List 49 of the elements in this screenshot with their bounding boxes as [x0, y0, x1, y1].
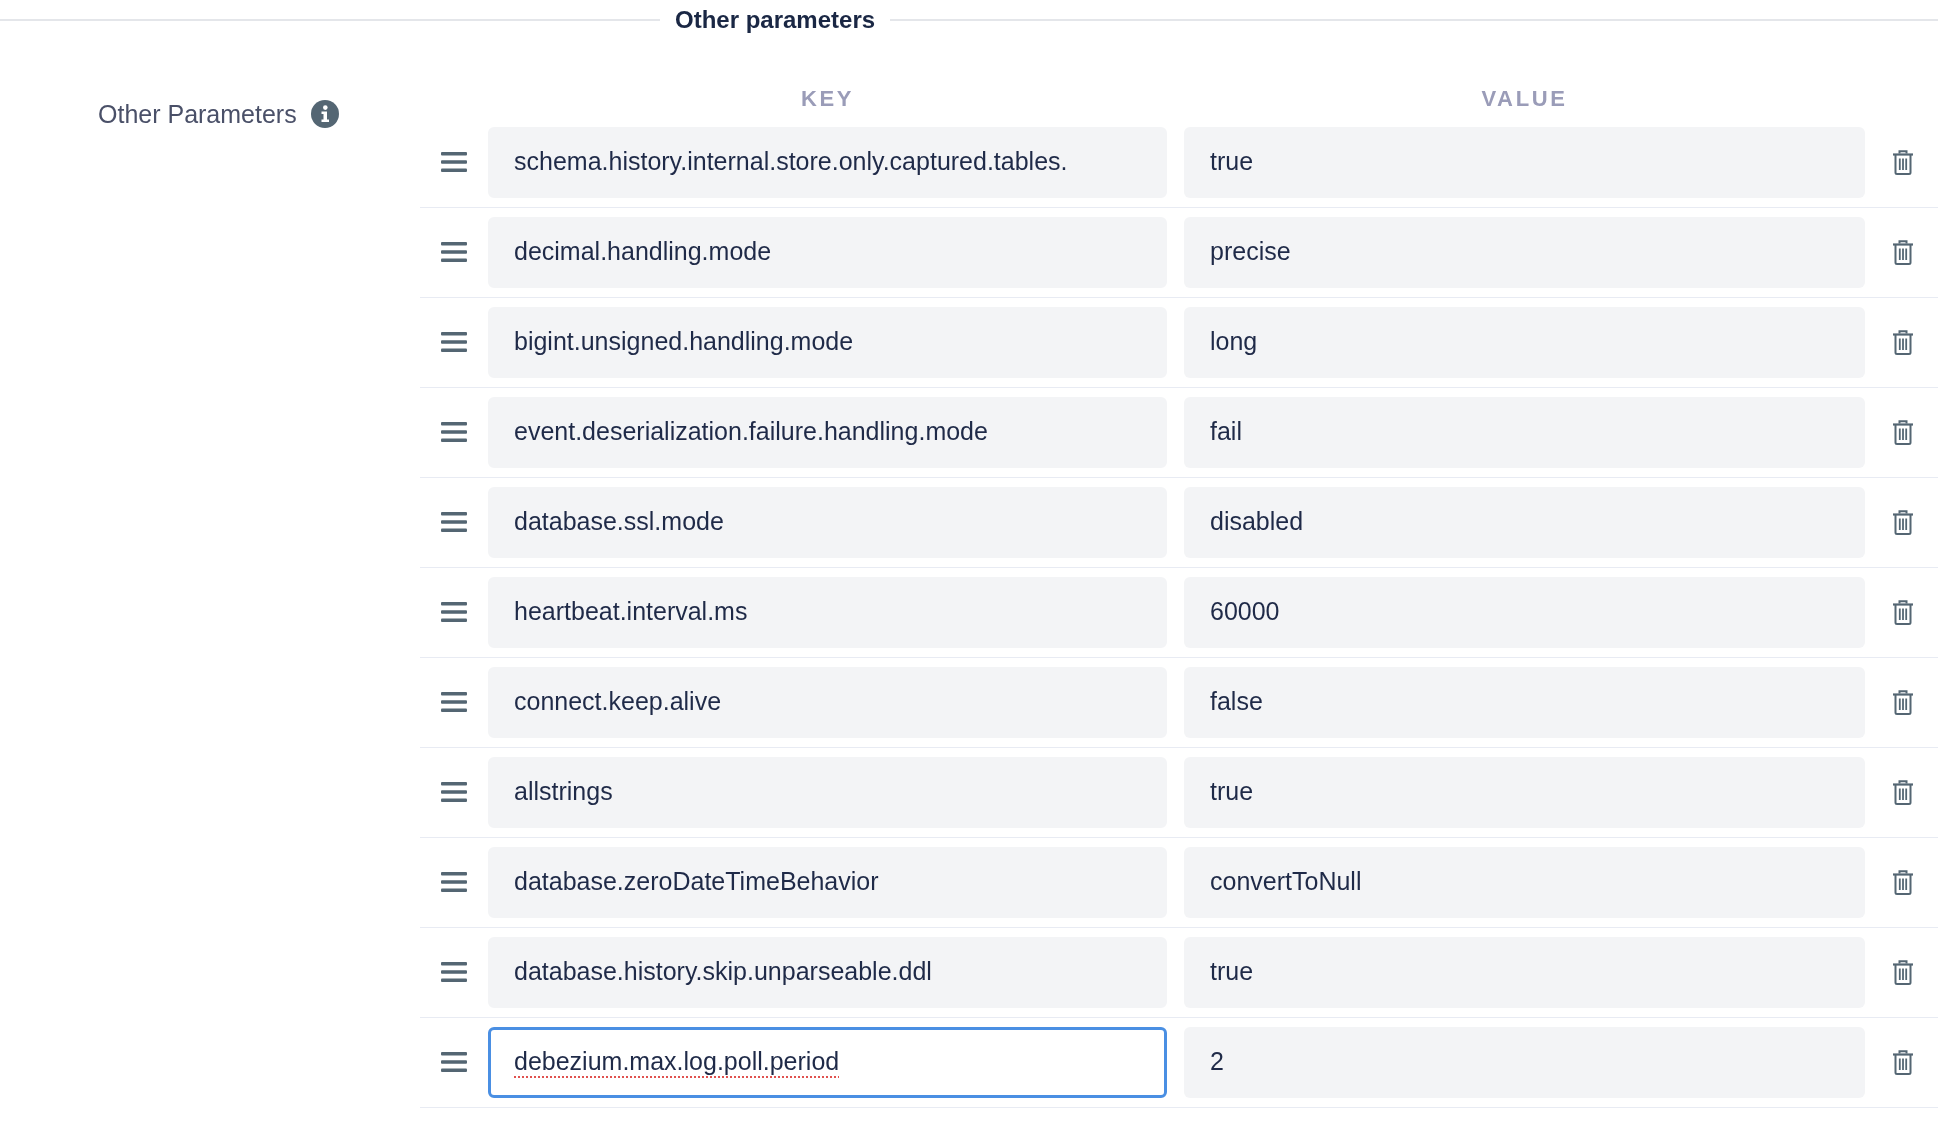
value-input[interactable]: precise: [1184, 216, 1865, 288]
trash-icon[interactable]: [1892, 599, 1914, 625]
value-input[interactable]: disabled: [1184, 486, 1865, 558]
key-input[interactable]: schema.history.internal.store.only.captured.tables.: [488, 126, 1167, 198]
trash-icon[interactable]: [1892, 239, 1914, 265]
trash-icon[interactable]: [1892, 689, 1914, 715]
drag-handle-icon[interactable]: [441, 962, 467, 982]
key-input[interactable]: debezium.max.log.poll.period: [488, 1026, 1167, 1098]
trash-icon[interactable]: [1892, 509, 1914, 535]
value-input[interactable]: true: [1184, 756, 1865, 828]
value-input[interactable]: 2: [1184, 1026, 1865, 1098]
value-input[interactable]: false: [1184, 666, 1865, 738]
key-input[interactable]: database.history.skip.unparseable.ddl: [488, 936, 1167, 1008]
value-input[interactable]: long: [1184, 306, 1865, 378]
drag-handle-icon[interactable]: [441, 602, 467, 622]
value-input[interactable]: 60000: [1184, 576, 1865, 648]
column-header: KEY: [800, 86, 855, 112]
value-input[interactable]: convertToNull: [1184, 846, 1865, 918]
key-input[interactable]: database.zeroDateTimeBehavior: [488, 846, 1167, 918]
drag-handle-icon[interactable]: [441, 332, 467, 352]
value-input[interactable]: true: [1184, 126, 1865, 198]
trash-icon[interactable]: [1892, 779, 1914, 805]
value-input[interactable]: fail: [1184, 396, 1865, 468]
key-input[interactable]: allstrings: [488, 756, 1167, 828]
key-input[interactable]: connect.keep.alive: [488, 666, 1167, 738]
trash-icon[interactable]: [1892, 329, 1914, 355]
key-input[interactable]: database.ssl.mode: [488, 486, 1167, 558]
trash-icon[interactable]: [1892, 1049, 1914, 1075]
info-icon[interactable]: [310, 100, 339, 128]
drag-handle-icon[interactable]: [441, 242, 467, 262]
trash-icon[interactable]: [1892, 149, 1914, 175]
drag-handle-icon[interactable]: [441, 422, 467, 442]
key-input[interactable]: event.deserialization.failure.handling.mode: [488, 396, 1167, 468]
drag-handle-icon[interactable]: [441, 782, 467, 802]
key-input[interactable]: decimal.handling.mode: [488, 216, 1167, 288]
column-header: VALUE: [1481, 86, 1568, 112]
key-input[interactable]: heartbeat.interval.ms: [488, 576, 1167, 648]
section-title: Other parameters: [674, 5, 877, 35]
trash-icon[interactable]: [1892, 959, 1914, 985]
key-input[interactable]: bigint.unsigned.handling.mode: [488, 306, 1167, 378]
drag-handle-icon[interactable]: [441, 872, 467, 892]
drag-handle-icon[interactable]: [441, 512, 467, 532]
drag-handle-icon[interactable]: [441, 152, 467, 172]
trash-icon[interactable]: [1892, 419, 1914, 445]
drag-handle-icon[interactable]: [441, 692, 467, 712]
trash-icon[interactable]: [1892, 869, 1914, 895]
drag-handle-icon[interactable]: [441, 1052, 467, 1072]
value-input[interactable]: true: [1184, 936, 1865, 1008]
field-label: Other Parameters: [98, 100, 297, 128]
